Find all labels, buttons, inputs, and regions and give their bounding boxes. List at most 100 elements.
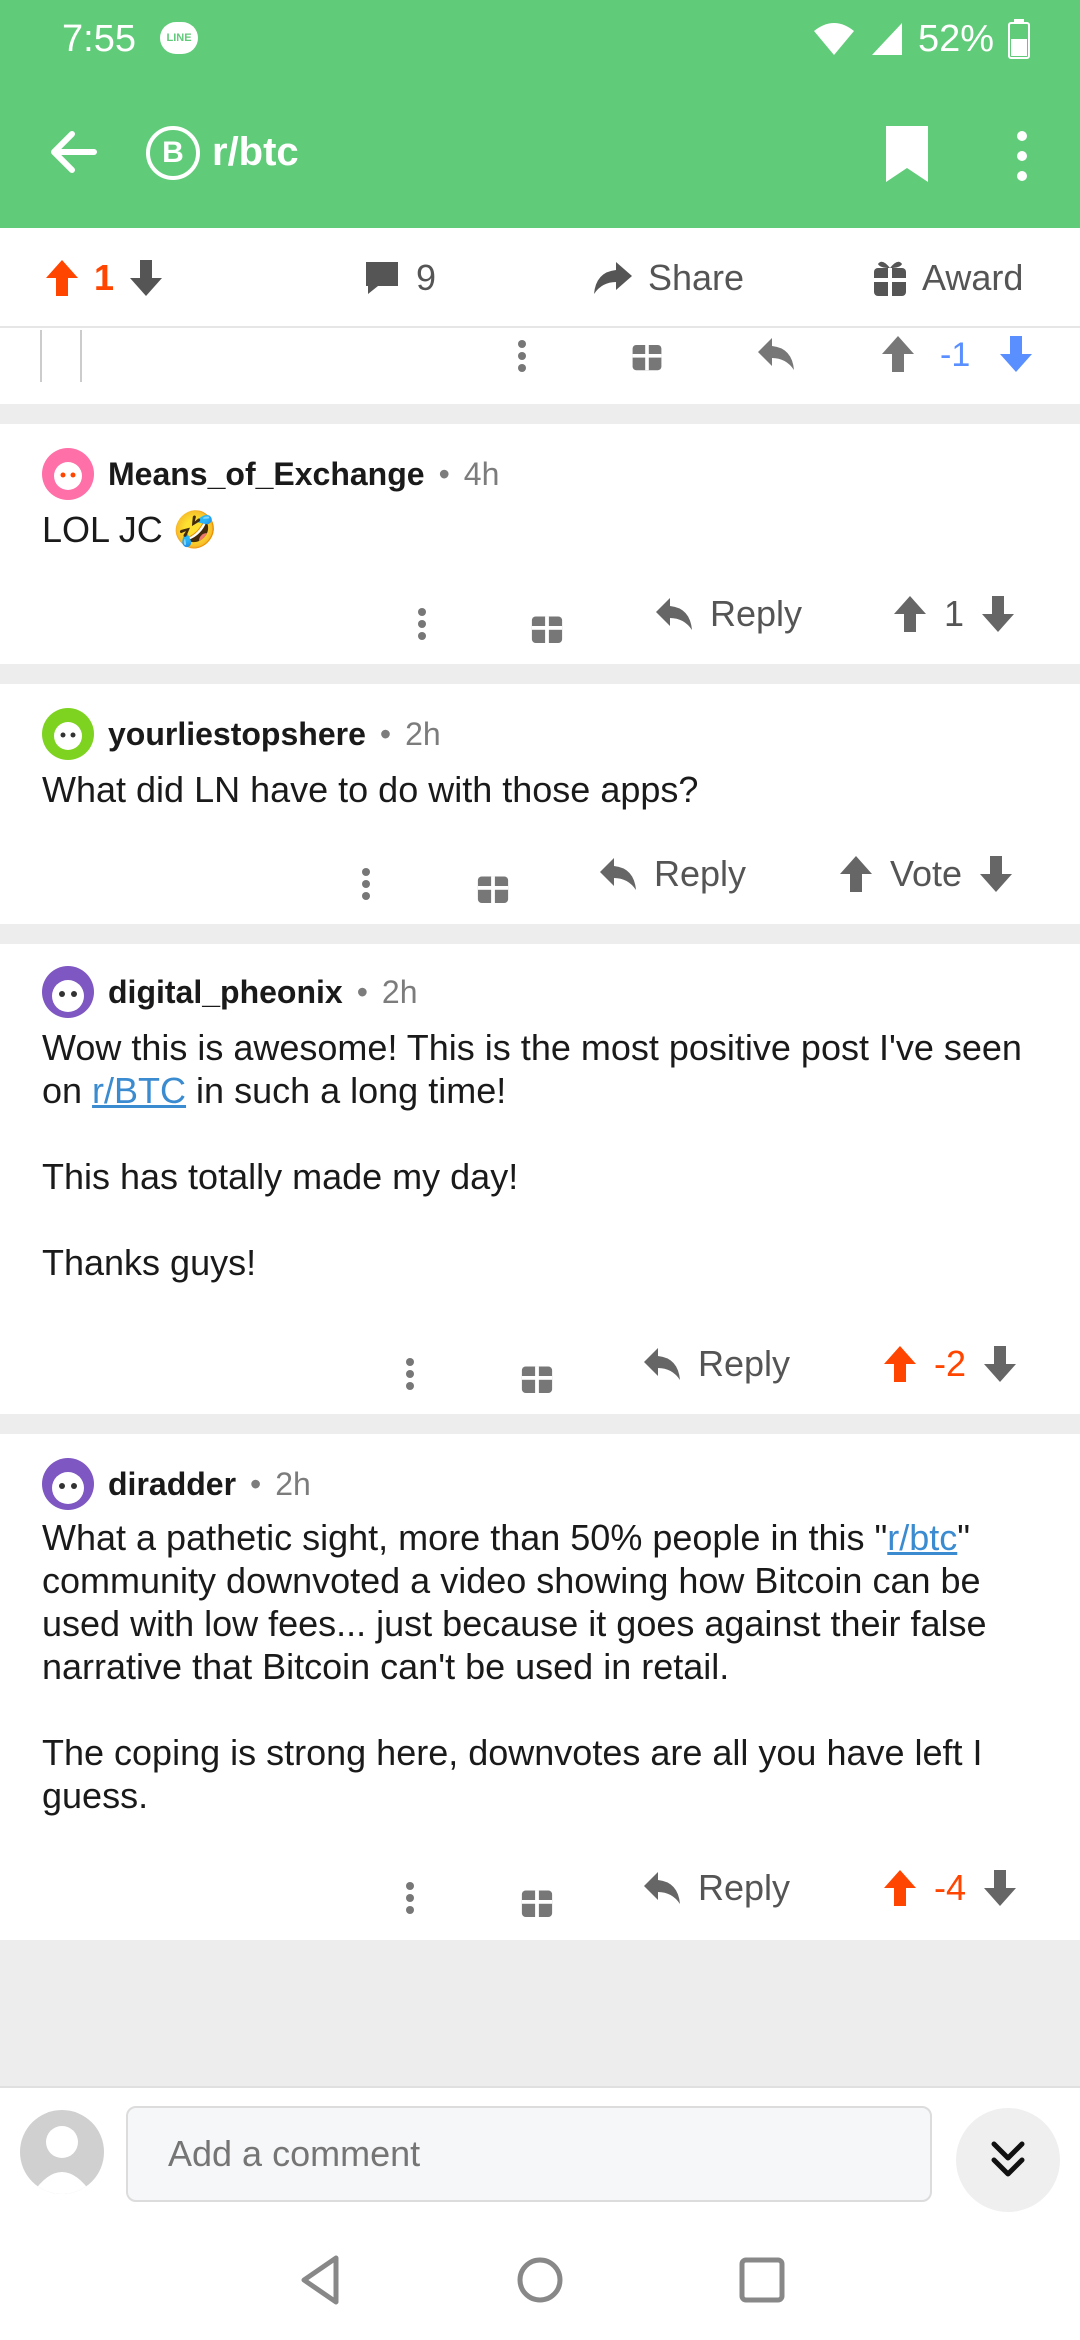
- downvote-icon[interactable]: [980, 594, 1016, 634]
- share-label: Share: [648, 257, 745, 298]
- subreddit-link[interactable]: r/BTC: [92, 1070, 186, 1111]
- gift-icon: [874, 261, 906, 296]
- comment-text: in such a long time!: [186, 1070, 507, 1111]
- comment-actions: Reply 1: [0, 584, 1080, 644]
- comment-score: -2: [934, 1343, 967, 1384]
- comment-card: Means_of_Exchange • 4h LOL JC 🤣 Reply 1: [0, 424, 1080, 664]
- comments-button[interactable]: 9: [362, 252, 436, 304]
- nav-home-icon[interactable]: [512, 2252, 568, 2308]
- gift-icon[interactable]: [520, 1870, 554, 1930]
- downvote-icon[interactable]: [982, 1344, 1018, 1384]
- comment-time: 4h: [463, 455, 500, 492]
- reply-button[interactable]: Reply: [654, 584, 802, 644]
- reply-button[interactable]: Reply: [642, 1334, 790, 1394]
- downvote-icon[interactable]: [128, 258, 164, 298]
- avatar[interactable]: [42, 966, 94, 1018]
- comment-body: Wow this is awesome! This is the most po…: [42, 1026, 1050, 1284]
- comment-input[interactable]: [126, 2106, 932, 2202]
- upvote-icon[interactable]: [892, 594, 928, 634]
- comment-composer: [0, 2086, 1080, 2216]
- downvote-icon[interactable]: [998, 334, 1034, 374]
- back-arrow-icon[interactable]: [44, 122, 104, 182]
- comment-paragraph: The coping is strong here, downvotes are…: [42, 1732, 983, 1816]
- more-vertical-icon[interactable]: [398, 1868, 422, 1928]
- comment-actions: Reply -2: [0, 1334, 1080, 1394]
- award-label: Award: [922, 257, 1024, 298]
- comment-body: What did LN have to do with those apps?: [42, 768, 1050, 811]
- comment-header: digital_pheonix • 2h: [42, 964, 417, 1020]
- comment-body: LOL JC 🤣: [42, 508, 1050, 551]
- reply-button[interactable]: Reply: [598, 844, 746, 904]
- more-vertical-icon[interactable]: [1000, 126, 1044, 186]
- comment-actions: Reply -4: [0, 1858, 1080, 1918]
- comment-username[interactable]: yourliestopshere: [108, 716, 366, 753]
- more-vertical-icon[interactable]: [510, 336, 534, 376]
- comment-icon: [366, 262, 398, 294]
- upvote-icon[interactable]: [882, 1344, 918, 1384]
- subreddit-title[interactable]: r/btc: [212, 130, 299, 175]
- reply-label: Reply: [654, 853, 747, 894]
- comment-header: yourliestopshere • 2h: [42, 706, 441, 762]
- comment-actions: Reply Vote: [0, 844, 1080, 904]
- reply-button[interactable]: Reply: [642, 1858, 790, 1918]
- more-vertical-icon[interactable]: [410, 594, 434, 654]
- avatar[interactable]: [42, 708, 94, 760]
- gift-icon[interactable]: [630, 336, 664, 372]
- comment-body: What a pathetic sight, more than 50% peo…: [42, 1516, 1050, 1817]
- gift-icon[interactable]: [520, 1346, 554, 1406]
- more-vertical-icon[interactable]: [398, 1344, 422, 1404]
- end-of-list-area: [0, 1940, 1080, 2086]
- comment-vote: 1: [892, 584, 1016, 644]
- subreddit-link[interactable]: r/btc: [887, 1517, 957, 1558]
- reply-icon: [656, 598, 692, 630]
- avatar[interactable]: [42, 1458, 94, 1510]
- bitcoin-icon[interactable]: B: [146, 126, 200, 180]
- jump-to-next-button[interactable]: [956, 2108, 1060, 2212]
- comment-separator-dot: •: [250, 1465, 262, 1502]
- comment-card: diradder • 2h What a pathetic sight, mor…: [0, 1434, 1080, 1940]
- upvote-icon[interactable]: [838, 854, 874, 894]
- upvote-icon[interactable]: [44, 258, 80, 298]
- comment-separator: [0, 924, 1080, 944]
- comment-text: What a pathetic sight, more than 50% peo…: [42, 1517, 888, 1558]
- comment-separator-dot: •: [356, 973, 368, 1010]
- comment-time: 2h: [275, 1465, 311, 1502]
- comment-count: 9: [416, 257, 437, 298]
- reply-icon[interactable]: [756, 336, 796, 372]
- comment-score: 1: [944, 593, 965, 634]
- post-action-bar: 1 9 Share Award: [0, 228, 1080, 328]
- comment-text: LOL JC 🤣: [42, 509, 218, 550]
- more-vertical-icon[interactable]: [354, 854, 378, 914]
- downvote-icon[interactable]: [982, 1868, 1018, 1908]
- nav-recents-icon[interactable]: [734, 2252, 790, 2308]
- reply-icon: [644, 1348, 680, 1380]
- user-avatar[interactable]: [20, 2110, 104, 2194]
- reply-label: Reply: [698, 1343, 791, 1384]
- comment-username[interactable]: Means_of_Exchange: [108, 456, 425, 493]
- comment-separator: [0, 404, 1080, 424]
- gift-icon[interactable]: [476, 856, 510, 916]
- award-button[interactable]: Award: [872, 252, 1023, 304]
- comment-time: 2h: [381, 973, 418, 1010]
- comment-vote: Vote: [838, 844, 1014, 904]
- comment-separator-dot: •: [438, 455, 450, 492]
- bookmark-icon[interactable]: [882, 124, 932, 184]
- battery-percent: 52%: [917, 17, 994, 60]
- gift-icon[interactable]: [530, 596, 564, 656]
- nav-back-icon[interactable]: [294, 2252, 350, 2308]
- double-chevron-down-icon: [991, 2141, 1025, 2177]
- comment-paragraph: Thanks guys!: [42, 1242, 257, 1283]
- share-button[interactable]: Share: [592, 252, 744, 304]
- reply-label: Reply: [698, 1867, 791, 1908]
- reply-icon: [644, 1872, 680, 1904]
- avatar[interactable]: [42, 448, 94, 500]
- status-bar: 7:55 LINE 52%: [0, 0, 1080, 80]
- share-icon: [594, 262, 632, 294]
- upvote-icon[interactable]: [880, 334, 916, 374]
- comment-username[interactable]: diradder: [108, 1466, 236, 1503]
- comment-vote: -2: [882, 1334, 1018, 1394]
- upvote-icon[interactable]: [882, 1868, 918, 1908]
- downvote-icon[interactable]: [978, 854, 1014, 894]
- comment-username[interactable]: digital_pheonix: [108, 974, 343, 1011]
- post-vote: 1: [44, 252, 164, 304]
